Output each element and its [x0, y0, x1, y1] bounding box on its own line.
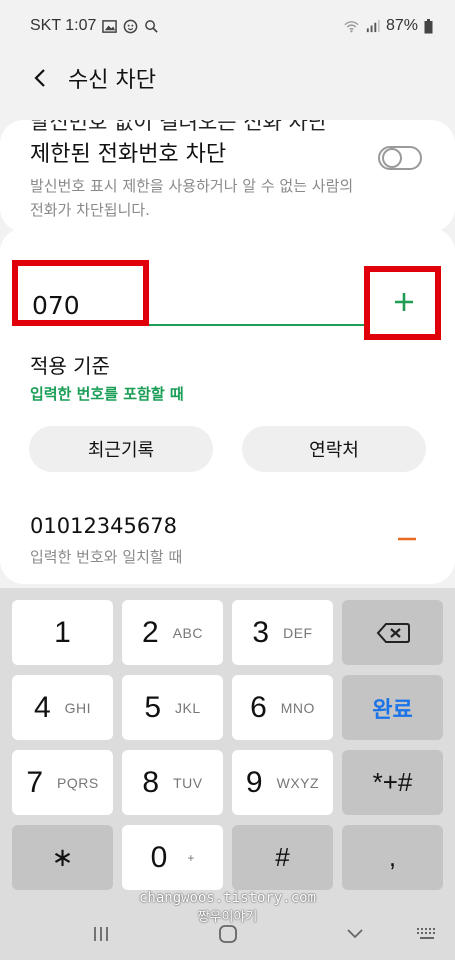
recent-apps-icon — [94, 927, 108, 941]
comma-key[interactable]: , — [342, 825, 443, 890]
key-1[interactable]: 1 — [12, 600, 113, 665]
remove-number-button[interactable] — [394, 528, 420, 550]
blocked-number: 01012345678 — [30, 514, 177, 538]
status-bar: SKT 1:07 87% — [0, 0, 455, 52]
restricted-numbers-description: 발신번호 표시 제한을 사용하거나 알 수 없는 사람의 전화가 차단됩니다. — [30, 177, 354, 219]
key-letters: TUV — [173, 774, 203, 791]
chevron-left-icon — [34, 69, 45, 87]
symbols-label: *+# — [372, 767, 413, 797]
phone-number-input[interactable] — [30, 286, 370, 326]
key-letters: + — [187, 850, 195, 865]
status-left: SKT 1:07 — [30, 17, 159, 35]
restricted-numbers-toggle[interactable] — [378, 146, 422, 170]
key-3[interactable]: 3 DEF — [232, 600, 333, 665]
key-digit: 7 — [26, 765, 43, 799]
gallery-icon — [102, 19, 118, 33]
symbols-key[interactable]: *+# — [342, 750, 443, 815]
key-5[interactable]: 5 JKL — [122, 675, 223, 740]
key-digit: 4 — [33, 690, 51, 724]
key-letters: JKL — [175, 699, 201, 716]
key-letters: GHI — [64, 699, 92, 716]
plus-icon — [395, 293, 413, 311]
key-letters: PQRS — [57, 774, 99, 791]
key-4[interactable]: 4 GHI — [12, 675, 113, 740]
done-label: 완료 — [372, 696, 413, 722]
key-0[interactable]: 0 + — [122, 825, 223, 890]
key-digit: 8 — [142, 765, 160, 799]
key-letters: DEF — [283, 624, 313, 641]
key-digit: 5 — [144, 690, 162, 724]
key-7[interactable]: 7 PQRS — [12, 750, 113, 815]
key-6[interactable]: 6 MNO — [232, 675, 333, 740]
key-letters: MNO — [280, 699, 315, 716]
asterisk-key[interactable]: ∗ — [12, 825, 113, 890]
back-button[interactable] — [28, 66, 52, 90]
backspace-icon — [376, 622, 410, 643]
previous-setting-cut-text: 발신번호 없이 걸려오는 전화 차단 — [30, 120, 328, 134]
page-title: 수신 차단 — [68, 68, 156, 93]
backspace-key[interactable] — [342, 600, 443, 665]
status-right: 87% — [344, 17, 433, 35]
key-digit: 9 — [245, 765, 263, 799]
chevron-down-icon — [347, 929, 363, 939]
key-9[interactable]: 9 WXYZ — [232, 750, 333, 815]
wifi-icon — [344, 20, 359, 32]
keyboard-icon — [417, 928, 435, 939]
battery-level: 87% — [385, 17, 418, 34]
home-icon — [219, 925, 237, 943]
key-letters: WXYZ — [276, 774, 320, 791]
watermark-url: changwoos.tistory.com — [138, 890, 316, 906]
recent-apps-button[interactable] — [86, 922, 116, 946]
blocked-number-rule: 입력한 번호와 일치할 때 — [30, 548, 183, 566]
restricted-numbers-title: 제한된 전화번호 차단 — [30, 142, 227, 167]
search-icon — [145, 19, 159, 33]
navigation-bar — [0, 912, 455, 956]
key-letters: ABC — [172, 624, 203, 641]
home-button[interactable] — [213, 922, 243, 946]
recent-log-button[interactable]: 최근기록 — [29, 426, 213, 472]
signal-icon — [366, 19, 380, 32]
hide-keyboard-button[interactable] — [340, 922, 370, 946]
restricted-numbers-card[interactable]: 발신번호 없이 걸려오는 전화 차단 제한된 전화번호 차단 발신번호 표시 제… — [0, 120, 455, 232]
add-number-button[interactable] — [384, 282, 424, 322]
app-header: 수신 차단 — [0, 52, 455, 104]
key-digit: 2 — [142, 615, 159, 649]
key-digit: 1 — [54, 615, 71, 649]
keyboard-switch-button[interactable] — [412, 922, 442, 946]
key-2[interactable]: 2 ABC — [122, 600, 223, 665]
key-8[interactable]: 8 TUV — [122, 750, 223, 815]
contacts-button[interactable]: 연락처 — [242, 426, 426, 472]
key-digit: 6 — [250, 690, 267, 724]
toggle-knob — [382, 148, 402, 168]
done-key[interactable]: 완료 — [342, 675, 443, 740]
carrier-time: SKT 1:07 — [30, 17, 97, 34]
criteria-value[interactable]: 입력한 번호를 포함할 때 — [30, 383, 184, 404]
key-digit: 3 — [252, 615, 270, 649]
battery-icon — [424, 18, 433, 33]
emoji-notification-icon — [124, 19, 138, 33]
hash-key[interactable]: # — [232, 825, 333, 890]
criteria-label: 적용 기준 — [30, 354, 110, 378]
asterisk-label: ∗ — [51, 842, 74, 872]
comma-label: , — [388, 842, 397, 872]
hash-label: # — [275, 842, 290, 872]
minus-icon — [398, 537, 416, 541]
key-digit: 0 — [150, 840, 168, 874]
